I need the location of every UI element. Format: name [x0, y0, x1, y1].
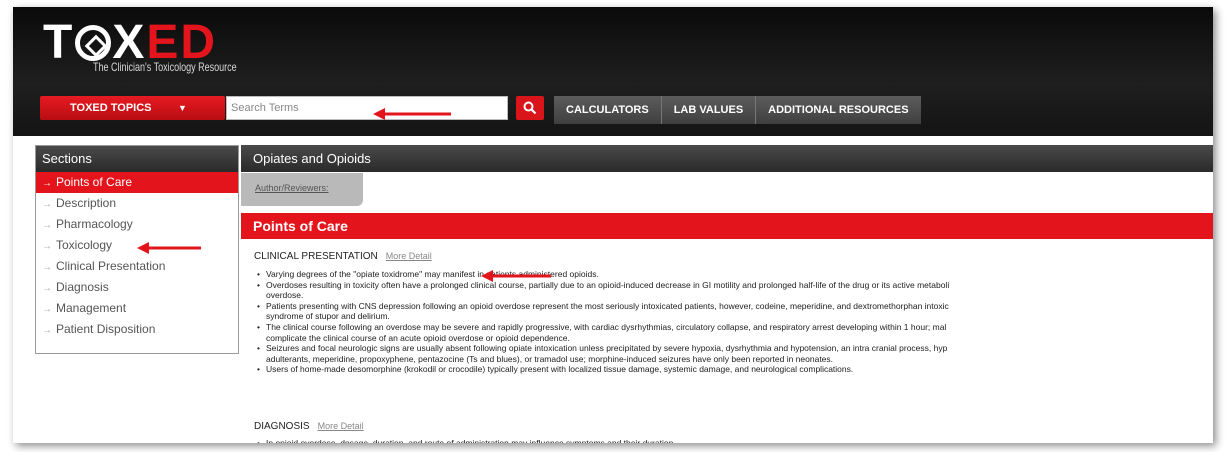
sidebar-title: Sections — [36, 146, 238, 172]
list-item-text: Users of home-made desomorphine (krokodi… — [266, 364, 854, 375]
arrow-right-icon: → — [42, 304, 52, 315]
sidebar-item-points-of-care[interactable]: → Points of Care — [36, 172, 238, 193]
search-input[interactable]: Search Terms — [226, 96, 508, 120]
tab-calculators[interactable]: CALCULATORS — [554, 96, 662, 124]
sidebar-item-label: Toxicology — [56, 238, 113, 252]
tab-lab-values[interactable]: LAB VALUES — [661, 96, 757, 124]
sidebar-item-label: Points of Care — [56, 175, 133, 189]
more-detail-link[interactable]: More Detail — [318, 421, 364, 431]
arrow-right-icon: → — [42, 241, 52, 252]
section-title: DIAGNOSIS — [254, 421, 310, 432]
list-item: Seizures and focal neurologic signs are … — [254, 343, 1213, 364]
list-item-text: Patients presenting with CNS depression … — [266, 300, 949, 311]
annotation-arrow-icon — [481, 270, 551, 282]
arrow-right-icon: → — [42, 325, 52, 336]
list-item: In opioid overdose, dosage, duration, an… — [254, 438, 1213, 443]
list-item-text: Varying degrees of the "opiate toxidrome… — [266, 269, 599, 279]
list-item-text: overdose. — [266, 290, 304, 301]
diagnosis-list: In opioid overdose, dosage, duration, an… — [254, 438, 1213, 443]
arrow-right-icon: → — [42, 283, 52, 294]
sidebar-item-pharmacology[interactable]: → Pharmacology — [36, 214, 238, 235]
list-item: Patients presenting with CNS depression … — [254, 301, 1213, 322]
list-item-text: complicate the clinical course of an acu… — [266, 332, 570, 343]
points-of-care-banner: Points of Care — [241, 213, 1213, 239]
section-title: CLINICAL PRESENTATION — [254, 251, 378, 262]
sidebar-item-label: Patient Disposition — [56, 322, 156, 336]
sidebar-item-patient-disposition[interactable]: → Patient Disposition — [36, 319, 238, 340]
arrow-right-icon: → — [42, 178, 52, 189]
site-header: T XED The Clinician's Toxicology Resource… — [13, 7, 1213, 136]
browser-frame: T XED The Clinician's Toxicology Resource… — [13, 7, 1213, 443]
logo-tagline: The Clinician's Toxicology Resource — [93, 60, 237, 74]
list-item-text: adulterants, meperidine, propoxyphene, p… — [266, 353, 834, 364]
list-item-text: Seizures and focal neurologic signs are … — [266, 343, 948, 354]
arrow-right-icon: → — [42, 220, 52, 231]
sidebar-item-diagnosis[interactable]: → Diagnosis — [36, 277, 238, 298]
page-title: Opiates and Opioids — [241, 145, 1213, 172]
list-item-text: In opioid overdose, dosage, duration, an… — [266, 438, 676, 443]
arrow-right-icon: → — [42, 262, 52, 273]
author-reviewers-link[interactable]: Author/Reviewers: — [255, 183, 329, 193]
logo-o-icon — [75, 25, 112, 61]
topics-label: TOXED TOPICS — [70, 102, 152, 114]
sidebar-item-label: Description — [56, 196, 117, 210]
logo-letter: T — [43, 16, 75, 69]
more-detail-link[interactable]: More Detail — [386, 251, 432, 261]
search-icon — [523, 101, 537, 115]
list-item-text: syndrome of stupor and delirium. — [266, 311, 390, 322]
annotation-arrow-icon — [137, 242, 201, 254]
clinical-presentation-heading: CLINICAL PRESENTATION More Detail — [254, 251, 432, 262]
sidebar-item-label: Diagnosis — [56, 280, 109, 294]
sidebar-item-label: Clinical Presentation — [56, 259, 166, 273]
list-item-text: Overdoses resulting in toxicity often ha… — [266, 279, 950, 290]
sidebar-item-management[interactable]: → Management — [36, 298, 238, 319]
arrow-right-icon: → — [42, 199, 52, 210]
author-reviewers-tab[interactable]: Author/Reviewers: — [241, 173, 363, 206]
sidebar-item-label: Management — [56, 301, 127, 315]
list-item: Varying degrees of the "opiate toxidrome… — [254, 269, 1213, 280]
diagnosis-heading: DIAGNOSIS More Detail — [254, 421, 364, 432]
sidebar-item-label: Pharmacology — [56, 217, 133, 231]
main-content: Opiates and Opioids Author/Reviewers: Po… — [241, 145, 1213, 443]
annotation-arrow-icon — [373, 108, 451, 120]
toxed-topics-dropdown[interactable]: TOXED TOPICS ▼ — [40, 96, 225, 120]
tab-additional-resources[interactable]: ADDITIONAL RESOURCES — [756, 96, 921, 124]
list-item: Overdoses resulting in toxicity often ha… — [254, 280, 1213, 301]
sidebar-item-clinical-presentation[interactable]: → Clinical Presentation — [36, 256, 238, 277]
list-item: Users of home-made desomorphine (krokodi… — [254, 364, 1213, 375]
nav-tabs: CALCULATORS LAB VALUES ADDITIONAL RESOUR… — [554, 96, 921, 124]
clinical-presentation-list: Varying degrees of the "opiate toxidrome… — [254, 269, 1213, 375]
search-button[interactable] — [516, 96, 544, 120]
chevron-down-icon: ▼ — [178, 103, 187, 113]
sidebar-item-description[interactable]: → Description — [36, 193, 238, 214]
list-item-text: The clinical course following an overdos… — [266, 321, 947, 332]
list-item: The clinical course following an overdos… — [254, 322, 1213, 343]
